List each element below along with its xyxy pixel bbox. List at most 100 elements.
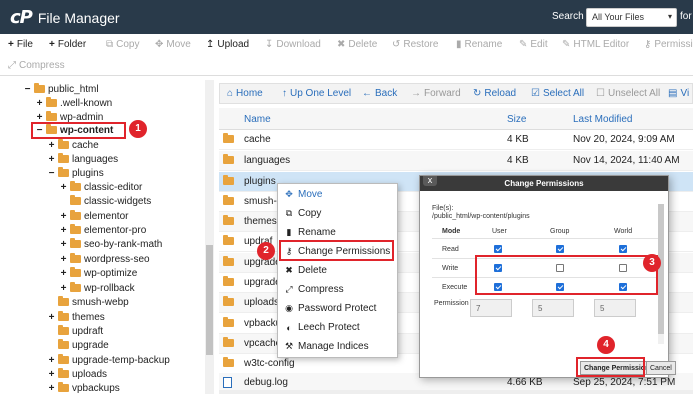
expand-toggle[interactable]: +	[59, 239, 68, 250]
expand-toggle[interactable]: +	[47, 154, 56, 165]
tree-item-wordpress-seo[interactable]: + wordpress-seo	[59, 252, 150, 266]
table-row[interactable]: languages 4 KB Nov 14, 2024, 11:40 AM	[219, 151, 693, 171]
folder-icon	[70, 238, 81, 248]
tree-item-cache[interactable]: + cache	[47, 138, 99, 152]
home-icon: ⌂	[227, 88, 234, 99]
collapse-toggle[interactable]: −	[23, 84, 32, 95]
menu-item-compress[interactable]: ⤢ Compress	[284, 284, 343, 295]
dialog-scrollbar-thumb[interactable]	[658, 204, 664, 334]
dialog-scrollbar[interactable]	[658, 204, 664, 344]
download-button[interactable]: ↧ Download	[265, 39, 321, 50]
menu-item-rename[interactable]: ▮ Rename	[284, 227, 336, 238]
new-file-button[interactable]: + File	[8, 39, 33, 50]
expand-toggle[interactable]: +	[59, 254, 68, 265]
menu-item-copy[interactable]: ⧉ Copy	[284, 208, 322, 219]
upload-button[interactable]: ↥ Upload	[206, 39, 249, 50]
tree-item-public-html[interactable]: − public_html	[23, 82, 99, 96]
expand-toggle[interactable]: +	[59, 211, 68, 222]
tree-item-wp-optimize[interactable]: + wp-optimize	[59, 266, 137, 280]
cpanel-logo[interactable]: cP File Manager	[10, 7, 120, 28]
folder-icon	[58, 325, 69, 335]
tree-scrollbar-thumb[interactable]	[206, 245, 213, 355]
up-one-level-button[interactable]: ↑ Up One Level	[282, 88, 351, 99]
tree-item-plugins[interactable]: − plugins	[47, 166, 104, 180]
compress-button[interactable]: ⤢ Compress	[8, 60, 65, 71]
read-group-checkbox[interactable]	[556, 245, 564, 253]
tree-item-wp-rollback[interactable]: + wp-rollback	[59, 281, 135, 295]
group-permission-value: 5	[532, 299, 574, 317]
menu-item-delete[interactable]: ✖ Delete	[284, 265, 327, 276]
read-world-checkbox[interactable]	[619, 245, 627, 253]
new-folder-button[interactable]: + Folder	[49, 39, 86, 50]
tree-item-label: upgrade-temp-backup	[72, 354, 170, 366]
expand-toggle[interactable]: +	[35, 98, 44, 109]
menu-item-leech-protect[interactable]: ◐ Leech Protect	[284, 322, 359, 333]
back-button[interactable]: ← Back	[362, 88, 397, 99]
copy-button[interactable]: ⧉ Copy	[106, 39, 140, 50]
rename-button[interactable]: ▮ Rename	[456, 39, 502, 50]
html-editor-button[interactable]: ✎ HTML Editor	[562, 39, 629, 50]
read-user-checkbox[interactable]	[494, 245, 502, 253]
tree-scrollbar[interactable]	[205, 80, 214, 394]
move-button[interactable]: ✥ Move	[155, 39, 191, 50]
dialog-close-button[interactable]: x	[423, 176, 437, 186]
permissions-button[interactable]: ⚷ Permissi	[644, 39, 693, 50]
tree-item-themes[interactable]: + themes	[47, 310, 105, 324]
tree-item-label: updraft	[72, 325, 104, 337]
tree-item-uploads[interactable]: + uploads	[47, 367, 107, 381]
expand-toggle[interactable]: +	[47, 312, 56, 323]
expand-toggle[interactable]: +	[47, 383, 56, 394]
select-all-button[interactable]: ☑ Select All	[531, 88, 584, 99]
table-horizontal-scrollbar[interactable]	[219, 390, 693, 394]
unselect-all-label: Unselect All	[607, 88, 661, 99]
tree-item-seo-by-rank-math[interactable]: + seo-by-rank-math	[59, 237, 162, 251]
tree-item-languages[interactable]: + languages	[47, 152, 118, 166]
tree-item-smush-webp[interactable]: smush-webp	[47, 295, 129, 309]
forward-button[interactable]: → Forward	[411, 88, 461, 99]
tree-item-upgrade-temp-backup[interactable]: + upgrade-temp-backup	[47, 353, 170, 367]
collapse-toggle[interactable]: −	[47, 168, 56, 179]
cancel-button[interactable]: Cancel	[646, 361, 676, 375]
pencil-icon: ✎	[519, 39, 528, 50]
tree-item-elementor-pro[interactable]: + elementor-pro	[59, 223, 146, 237]
arrow-right-icon: →	[411, 88, 421, 99]
reload-label: Reload	[484, 88, 517, 99]
expand-toggle[interactable]: +	[47, 355, 56, 366]
tree-item-label: smush-webp	[72, 296, 129, 308]
expand-toggle[interactable]: +	[47, 140, 56, 151]
tree-item-classic-editor[interactable]: + classic-editor	[59, 180, 142, 194]
expand-toggle[interactable]: +	[35, 112, 44, 123]
expand-toggle[interactable]: +	[47, 369, 56, 380]
menu-item-manage-indices[interactable]: ⚒ Manage Indices	[284, 341, 369, 352]
tree-item-label: .well-known	[60, 97, 113, 109]
tree-item-updraft[interactable]: updraft	[47, 324, 103, 338]
menu-item-password-protect[interactable]: ◉ Password Protect	[284, 303, 376, 314]
tree-item-vpbackups[interactable]: + vpbackups	[47, 381, 120, 394]
checkbox-empty-icon: ☐	[596, 88, 605, 99]
unselect-all-button[interactable]: ☐ Unselect All	[596, 88, 660, 99]
delete-button[interactable]: ✖ Delete	[337, 39, 377, 50]
edit-button[interactable]: ✎ Edit	[519, 39, 548, 50]
name-column-header[interactable]: Name	[244, 114, 271, 125]
home-button[interactable]: ⌂ Home	[227, 88, 263, 99]
view-button[interactable]: ▤ Vi	[668, 88, 689, 99]
size-column-header[interactable]: Size	[507, 114, 526, 125]
tree-item-well-known[interactable]: + .well-known	[35, 96, 112, 110]
html-editor-icon: ✎	[562, 39, 571, 50]
modified-column-header[interactable]: Last Modified	[573, 114, 632, 125]
expand-toggle[interactable]: +	[59, 182, 68, 193]
search-scope-select[interactable]: All Your Files ▾	[586, 8, 677, 27]
menu-item-move[interactable]: ✥ Move	[284, 189, 322, 200]
tree-item-elementor[interactable]: + elementor	[59, 209, 128, 223]
folder-icon	[70, 181, 81, 191]
restore-button[interactable]: ↺ Restore	[392, 39, 438, 50]
expand-toggle[interactable]: +	[59, 268, 68, 279]
tree-item-label: themes	[72, 311, 105, 323]
tree-item-classic-widgets[interactable]: classic-widgets	[59, 194, 151, 208]
tree-item-upgrade[interactable]: upgrade	[47, 338, 109, 352]
expand-toggle[interactable]: +	[59, 283, 68, 294]
table-row[interactable]: cache 4 KB Nov 20, 2024, 9:09 AM	[219, 130, 693, 150]
expand-toggle[interactable]: +	[59, 225, 68, 236]
reload-button[interactable]: ↻ Reload	[473, 88, 516, 99]
folder-icon	[223, 154, 234, 164]
